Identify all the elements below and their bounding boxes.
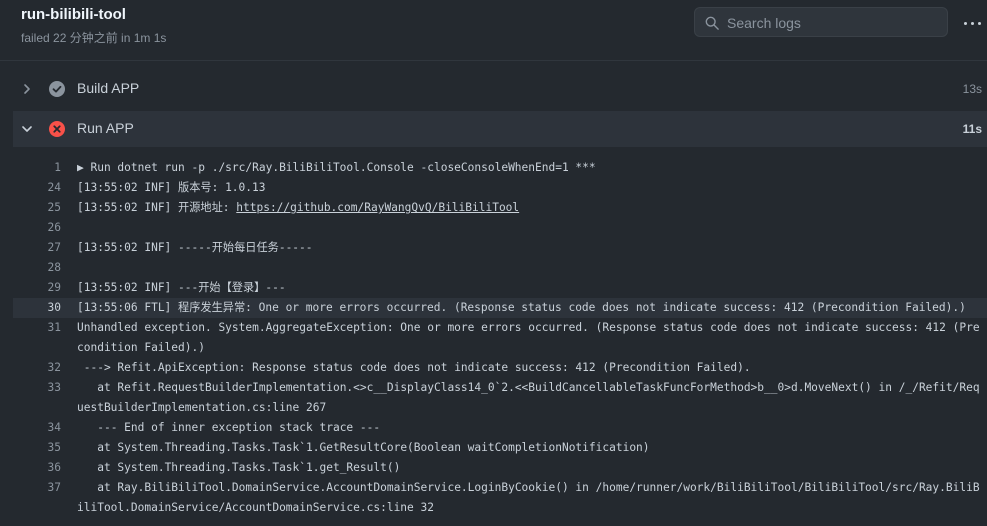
log-text: [13:55:02 INF] -----开始每日任务-----	[77, 241, 313, 254]
log-line[interactable]: 25 [13:55:02 INF] 开源地址: https://github.c…	[13, 198, 987, 218]
job-status-summary: failed 22 分钟之前 in 1m 1s	[21, 31, 167, 45]
search-icon	[705, 16, 719, 30]
chevron-down-icon	[22, 126, 32, 132]
log-text: at Refit.RequestBuilderImplementation.<>…	[77, 381, 980, 414]
line-number[interactable]: 31	[13, 318, 61, 338]
log-line[interactable]: 36 at System.Threading.Tasks.Task`1.get_…	[13, 458, 987, 478]
line-number[interactable]: 26	[13, 218, 61, 238]
log-line[interactable]: 24 [13:55:02 INF] 版本号: 1.0.13	[13, 178, 987, 198]
repo-link[interactable]: https://github.com/RayWangQvQ/BiliBiliTo…	[236, 201, 519, 214]
success-check-icon	[49, 81, 65, 97]
log-output: 1 ▶ Run dotnet run -p ./src/Ray.BiliBili…	[13, 158, 987, 518]
log-text-prefix: [13:55:02 INF] 开源地址:	[77, 201, 237, 214]
log-text: [13:55:06 FTL] 程序发生异常: One or more error…	[77, 301, 966, 314]
log-line[interactable]: 29 [13:55:02 INF] ---开始【登录】---	[13, 278, 987, 298]
log-line[interactable]: 26	[13, 218, 987, 238]
log-text: [13:55:02 INF] ---开始【登录】---	[77, 281, 286, 294]
search-logs-box[interactable]	[694, 7, 948, 38]
line-number[interactable]: 32	[13, 358, 61, 378]
log-text: --- End of inner exception stack trace -…	[77, 421, 381, 434]
log-line[interactable]: 32 ---> Refit.ApiException: Response sta…	[13, 358, 987, 378]
job-header: run-bilibili-tool failed 22 分钟之前 in 1m 1…	[0, 0, 987, 60]
line-number[interactable]: 24	[13, 178, 61, 198]
line-number[interactable]: 37	[13, 478, 61, 498]
log-line[interactable]: 37 at Ray.BiliBiliTool.DomainService.Acc…	[13, 478, 987, 518]
log-line[interactable]: 28	[13, 258, 987, 278]
log-line[interactable]: 1 ▶ Run dotnet run -p ./src/Ray.BiliBili…	[13, 158, 987, 178]
log-line[interactable]: 31 Unhandled exception. System.Aggregate…	[13, 318, 987, 358]
line-number[interactable]: 34	[13, 418, 61, 438]
step-run-app[interactable]: Run APP 11s	[13, 111, 987, 147]
log-text: ▶ Run dotnet run -p ./src/Ray.BiliBiliTo…	[77, 161, 596, 174]
line-number[interactable]: 35	[13, 438, 61, 458]
log-text: [13:55:02 INF] 开源地址: https://github.com/…	[77, 198, 983, 218]
log-text: at System.Threading.Tasks.Task`1.GetResu…	[77, 441, 650, 454]
chevron-right-icon	[24, 84, 30, 94]
log-line[interactable]: 34 --- End of inner exception stack trac…	[13, 418, 987, 438]
line-number[interactable]: 1	[13, 158, 61, 178]
more-options-icon[interactable]	[962, 16, 984, 30]
line-number[interactable]: 36	[13, 458, 61, 478]
step-name: Build APP	[77, 80, 140, 96]
header-divider	[0, 60, 987, 61]
log-text: Unhandled exception. System.AggregateExc…	[77, 321, 980, 354]
line-number[interactable]: 25	[13, 198, 61, 218]
job-title: run-bilibili-tool	[21, 6, 126, 23]
log-text: ---> Refit.ApiException: Response status…	[77, 361, 751, 374]
search-logs-input[interactable]	[725, 8, 944, 38]
line-number[interactable]: 33	[13, 378, 61, 398]
line-number[interactable]: 29	[13, 278, 61, 298]
log-text: [13:55:02 INF] 版本号: 1.0.13	[77, 181, 266, 194]
line-number[interactable]: 27	[13, 238, 61, 258]
log-line[interactable]: 27 [13:55:02 INF] -----开始每日任务-----	[13, 238, 987, 258]
step-build-app[interactable]: Build APP 13s	[13, 71, 987, 107]
step-duration: 11s	[962, 122, 982, 136]
failed-x-icon	[49, 121, 65, 137]
line-number[interactable]: 30	[13, 298, 61, 318]
line-number[interactable]: 28	[13, 258, 61, 278]
step-duration: 13s	[962, 82, 982, 96]
log-text: at System.Threading.Tasks.Task`1.get_Res…	[77, 461, 401, 474]
log-line[interactable]: 33 at Refit.RequestBuilderImplementation…	[13, 378, 987, 418]
step-name: Run APP	[77, 120, 134, 136]
log-line-highlighted[interactable]: 30 [13:55:06 FTL] 程序发生异常: One or more er…	[13, 298, 987, 318]
log-text: at Ray.BiliBiliTool.DomainService.Accoun…	[77, 481, 980, 514]
log-line[interactable]: 35 at System.Threading.Tasks.Task`1.GetR…	[13, 438, 987, 458]
